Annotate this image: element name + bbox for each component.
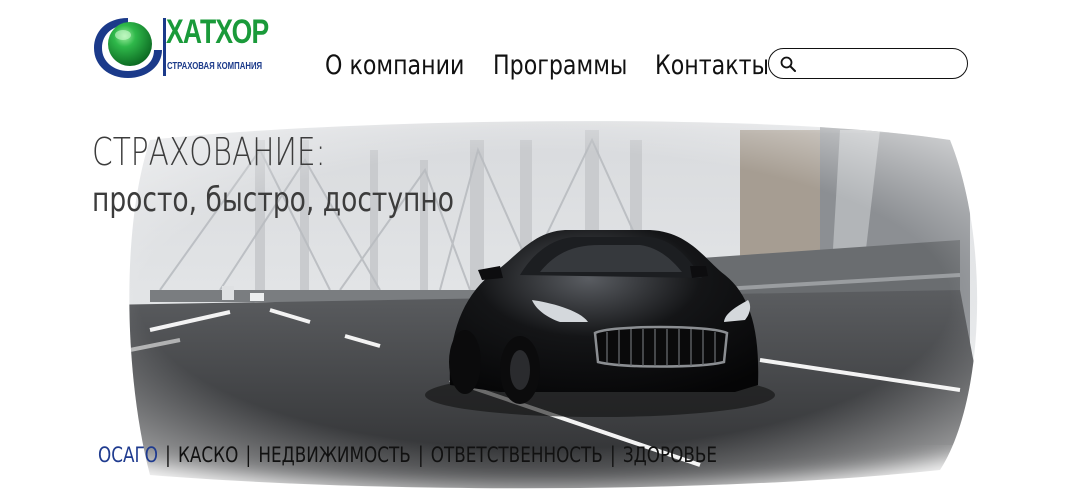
product-link-property[interactable]: НЕДВИЖИМОСТЬ — [258, 442, 410, 468]
product-link-health[interactable]: ЗДОРОВЬЕ — [623, 442, 717, 468]
search-input[interactable] — [803, 52, 957, 76]
product-link-kasko[interactable]: КАСКО — [178, 442, 238, 468]
product-links: ОСАГО | КАСКО | НЕДВИЖИМОСТЬ | ОТВЕТСТВЕ… — [98, 442, 717, 468]
hero-title: СТРАХОВАНИЕ: — [92, 130, 326, 174]
search-box[interactable] — [768, 48, 968, 79]
product-link-osago[interactable]: ОСАГО — [98, 442, 158, 468]
search-icon[interactable] — [780, 56, 796, 72]
main-nav: О компании Программы Контакты — [325, 48, 794, 84]
hero-subtitle: просто, быстро, доступно — [92, 180, 454, 220]
product-separator: | — [245, 443, 252, 467]
product-link-liability[interactable]: ОТВЕТСТВЕННОСТЬ — [431, 442, 603, 468]
logo-subtitle: СТРАХОВАЯ КОМПАНИЯ — [167, 60, 263, 72]
product-separator: | — [417, 443, 424, 467]
nav-item-contacts[interactable]: Контакты — [655, 48, 769, 84]
logo-title: ХАТХОР — [166, 13, 269, 51]
nav-item-about[interactable]: О компании — [325, 48, 464, 84]
product-separator: | — [165, 443, 171, 467]
company-logo[interactable]: ХАТХОР СТРАХОВАЯ КОМПАНИЯ — [92, 14, 272, 84]
globe-logo-icon — [94, 18, 166, 78]
product-separator: | — [610, 443, 616, 467]
nav-item-programs[interactable]: Программы — [493, 48, 627, 84]
